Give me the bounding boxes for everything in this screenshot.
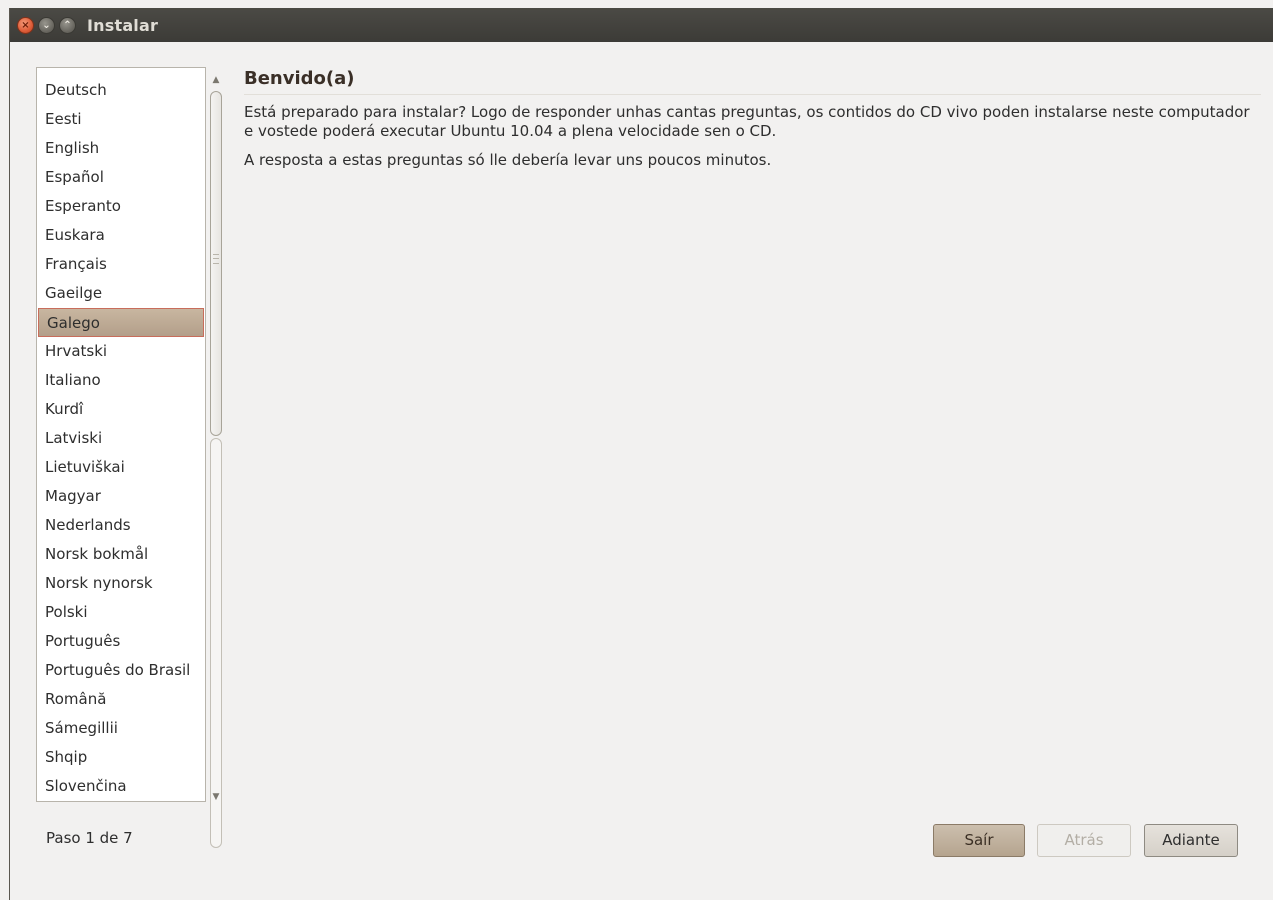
language-item[interactable]: Shqip [37,743,205,772]
scroll-down-icon[interactable]: ▼ [211,792,221,802]
language-item[interactable]: Magyar [37,482,205,511]
title-bar: × ⌄ ⌃ Instalar [10,8,1273,42]
language-item[interactable]: Slovenčina [37,772,205,801]
page-title: Benvido(a) [244,68,1261,95]
language-item[interactable]: Sámegillii [37,714,205,743]
language-item[interactable]: Norsk bokmål [37,540,205,569]
maximize-icon[interactable]: ⌃ [59,16,76,34]
language-item[interactable]: Latviski [37,424,205,453]
quit-button[interactable]: Saír [933,824,1025,857]
duration-text: A resposta a estas preguntas só lle debe… [244,151,772,169]
language-item[interactable]: Eesti [37,105,205,134]
close-icon[interactable]: × [17,16,34,34]
welcome-panel: Benvido(a) Está preparado para instalar?… [244,68,1261,170]
language-item[interactable]: Hrvatski [37,337,205,366]
language-item[interactable]: Norsk nynorsk [37,569,205,598]
next-button[interactable]: Adiante [1144,824,1238,857]
language-item[interactable]: Polski [37,598,205,627]
scrollbar-trough[interactable] [210,438,222,848]
step-indicator: Paso 1 de 7 [46,829,133,847]
back-button[interactable]: Atrás [1037,824,1131,857]
language-item[interactable]: Lietuviškai [37,453,205,482]
language-item[interactable]: Kurdî [37,395,205,424]
language-item[interactable]: Português do Brasil [37,656,205,685]
language-item[interactable]: Galego [38,308,204,337]
language-item[interactable]: English [37,134,205,163]
window-title: Instalar [87,15,159,35]
scrollbar-thumb[interactable] [210,91,222,436]
language-item[interactable]: Nederlands [37,511,205,540]
language-item[interactable]: Português [37,627,205,656]
language-list-scrollbar[interactable]: ▲ ▼ [208,67,224,848]
intro-text: Está preparado para instalar? Logo de re… [244,103,1250,140]
language-item[interactable]: Euskara [37,221,205,250]
minimize-icon[interactable]: ⌄ [38,16,55,34]
language-item[interactable]: Español [37,163,205,192]
scroll-up-icon[interactable]: ▲ [211,75,221,85]
language-item[interactable]: Esperanto [37,192,205,221]
language-item[interactable]: Gaeilge [37,279,205,308]
language-item[interactable]: Deutsch [37,76,205,105]
grip-icon [213,254,219,264]
language-item[interactable]: Română [37,685,205,714]
language-item[interactable]: Italiano [37,366,205,395]
language-list[interactable]: Deutsch Eesti English Español Esperanto Euska… [36,67,206,802]
language-item[interactable]: Français [37,250,205,279]
